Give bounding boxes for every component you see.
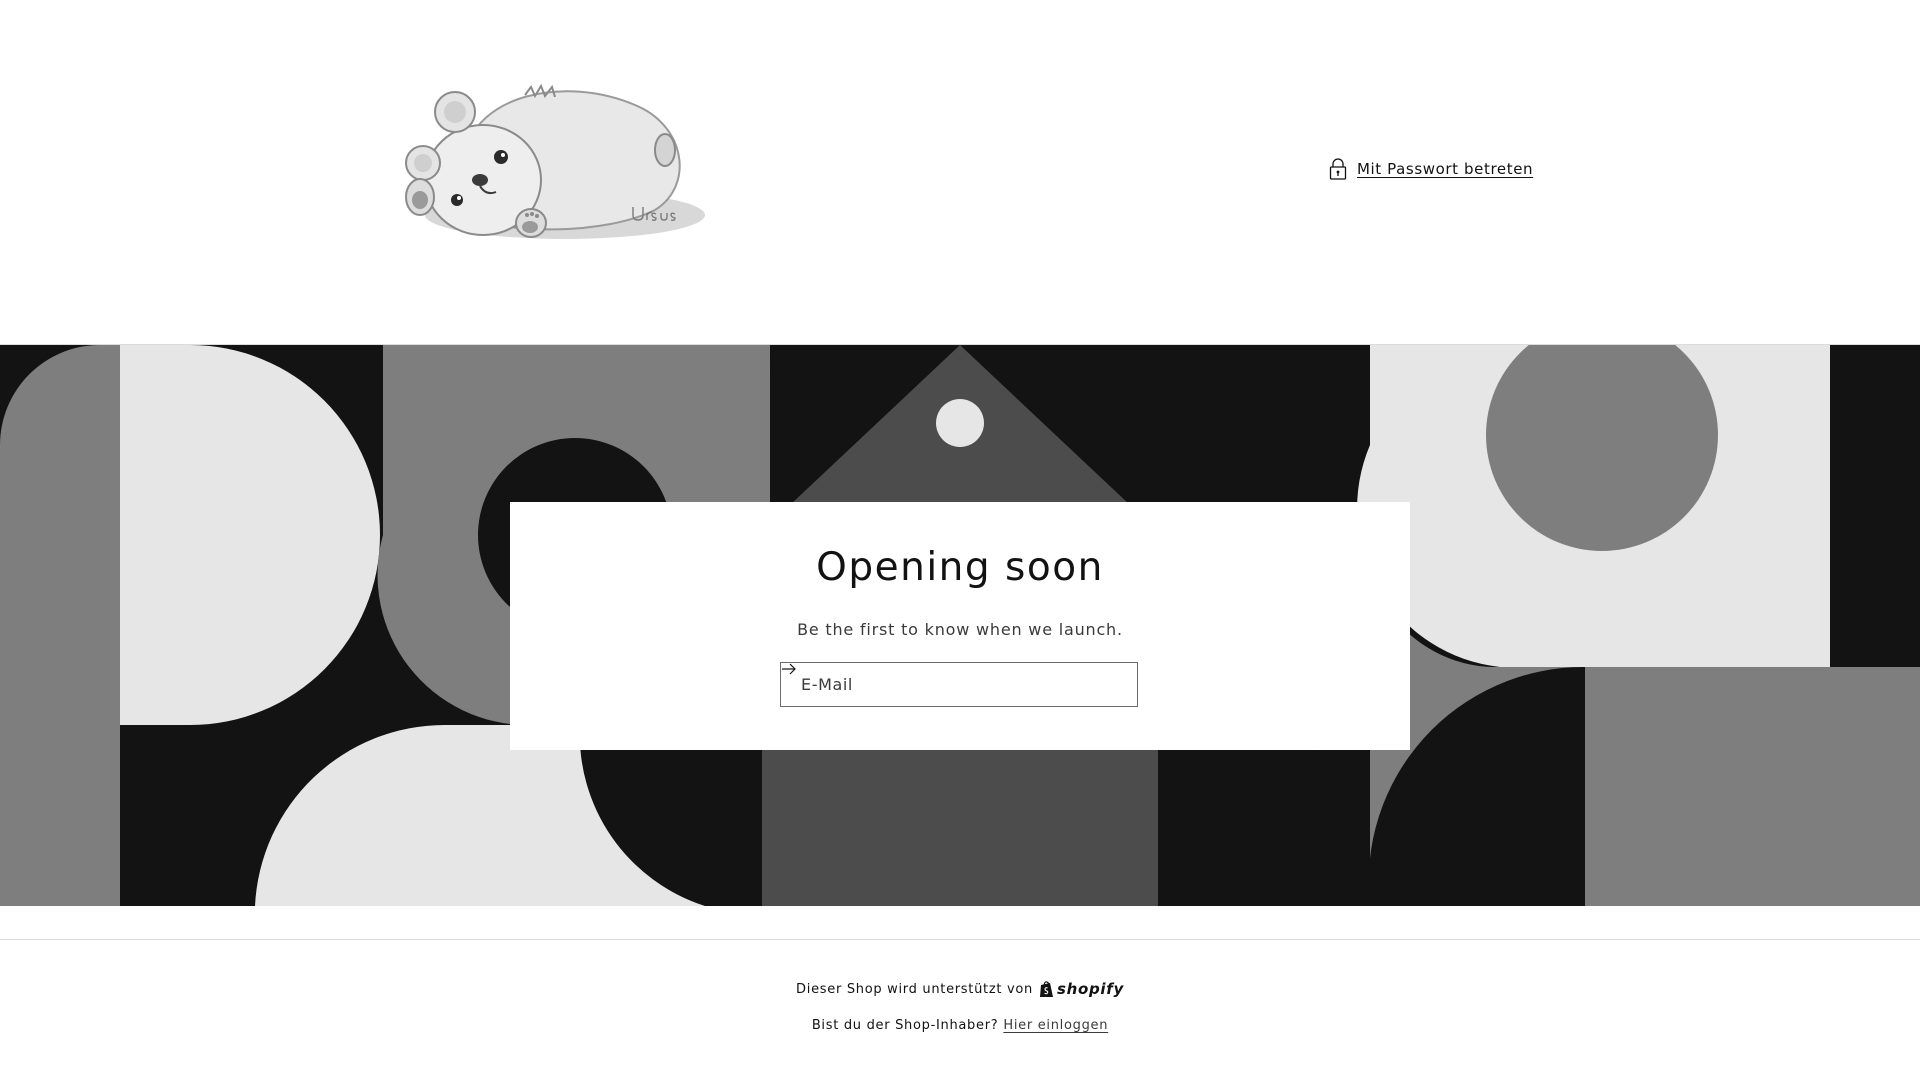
shopify-logo[interactable]: shopify xyxy=(1039,980,1124,998)
lock-icon xyxy=(1329,158,1347,180)
powered-by-label: Dieser Shop wird unterstützt von xyxy=(796,981,1033,997)
site-header: Mit Passwort betreten xyxy=(0,0,1920,345)
email-input[interactable] xyxy=(781,663,1093,706)
owner-login: Bist du der Shop-Inhaber? Hier einloggen xyxy=(0,1018,1920,1033)
password-entry-link[interactable]: Mit Passwort betreten xyxy=(1329,158,1533,180)
owner-question: Bist du der Shop-Inhaber? xyxy=(811,1018,999,1033)
newsletter-form xyxy=(780,662,1138,707)
newsletter-card: Opening soon Be the first to know when w… xyxy=(510,502,1410,750)
subscribe-button[interactable] xyxy=(782,663,1137,706)
site-footer: Dieser Shop wird unterstützt von shopify… xyxy=(0,939,1920,1080)
arrow-right-icon xyxy=(782,663,796,675)
page-subtitle: Be the first to know when we launch. xyxy=(797,620,1123,639)
shopify-wordmark: shopify xyxy=(1056,980,1124,998)
page-title: Opening soon xyxy=(816,545,1104,590)
powered-by: Dieser Shop wird unterstützt von shopify xyxy=(0,980,1920,998)
owner-login-link[interactable]: Hier einloggen xyxy=(1003,1018,1108,1033)
password-link-label: Mit Passwort betreten xyxy=(1357,160,1534,178)
store-logo[interactable] xyxy=(405,75,710,245)
shopify-bag-icon xyxy=(1039,980,1053,997)
hero-banner: Opening soon Be the first to know when w… xyxy=(0,345,1920,906)
bear-logo-illustration xyxy=(405,83,705,239)
